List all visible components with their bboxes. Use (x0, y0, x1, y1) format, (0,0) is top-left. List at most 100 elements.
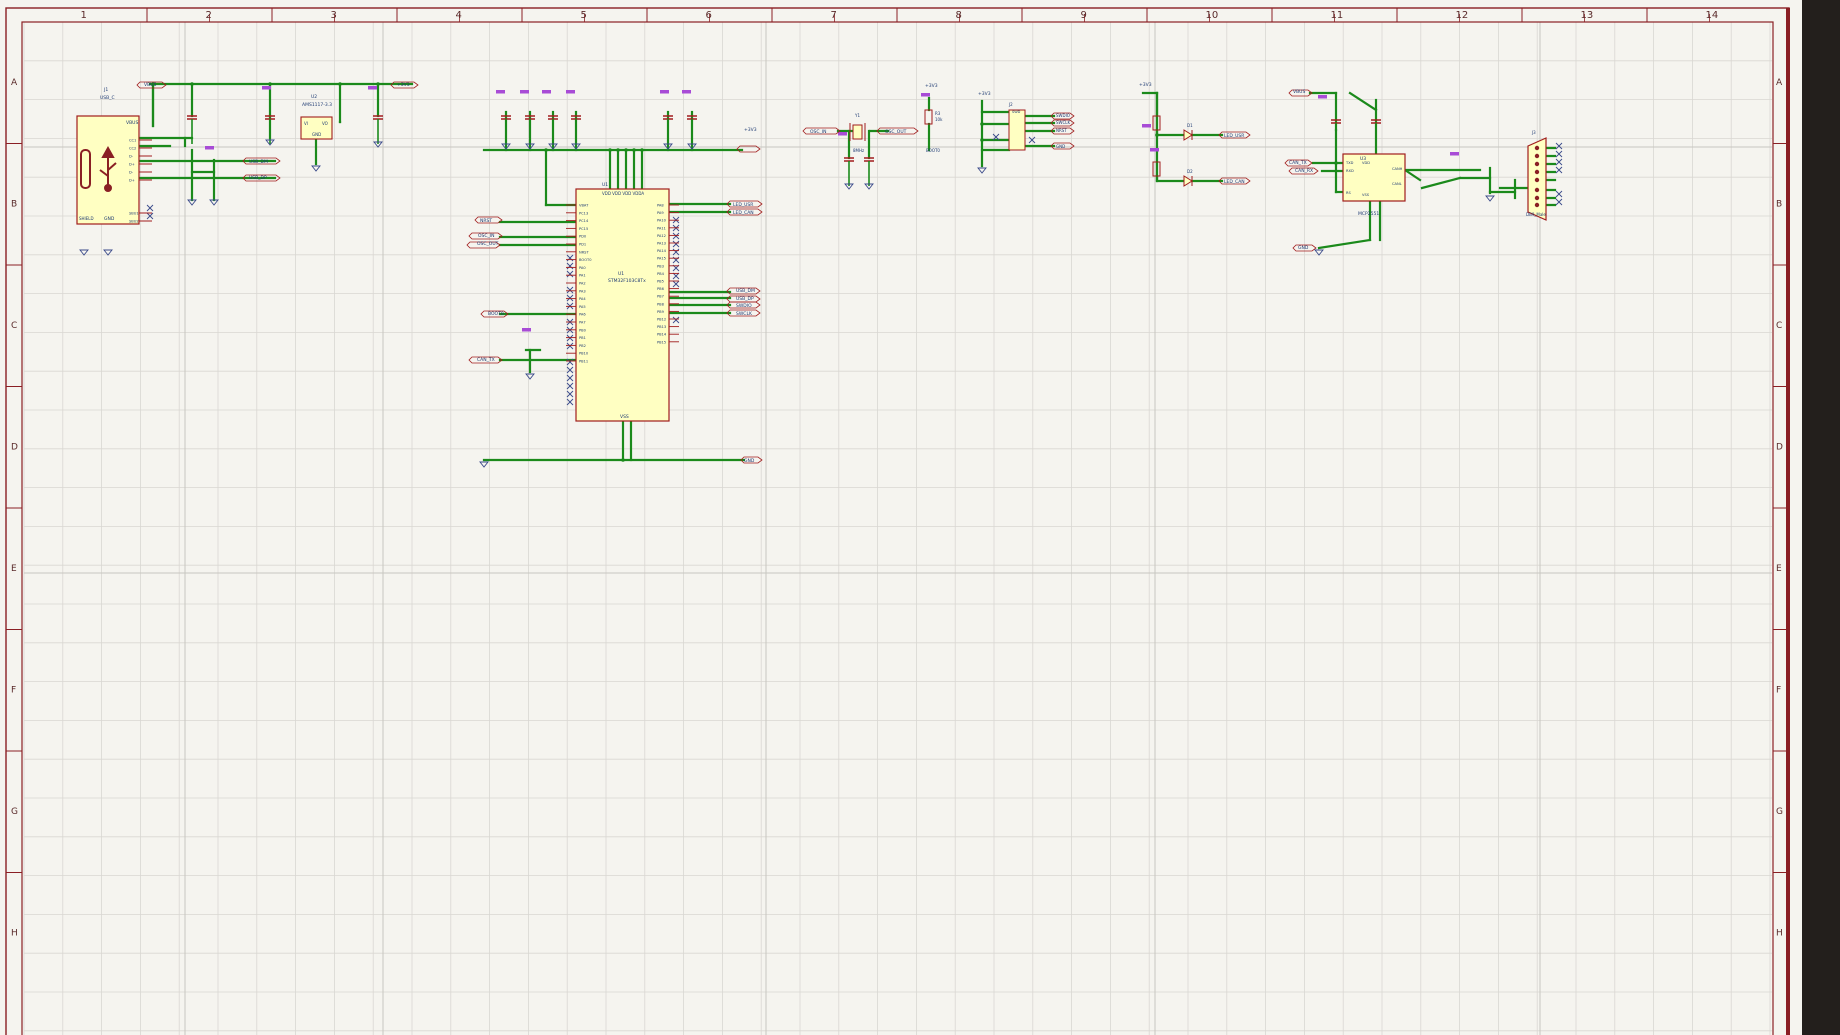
resistor-value: 10k (935, 117, 943, 122)
schematic-sheet[interactable]: 1 2 3 4 5 6 7 8 9 10 11 12 13 14A AB BC CD DE EF FG GH H J1 U… (0, 0, 1840, 1035)
usb-pin-name: D+ (129, 163, 135, 167)
db9-pin-dot (1534, 161, 1540, 167)
power-flag (921, 93, 930, 97)
mcu-pin-name: PB2 (579, 344, 586, 348)
mcu-pin-name: PB0 (579, 328, 587, 332)
wire-junction (980, 122, 984, 126)
led1-ref: D1 (1187, 123, 1193, 128)
mcu-pin-name: PA10 (657, 219, 667, 223)
db9-connector-j3[interactable]: J3 DB9_Male (1526, 130, 1547, 221)
ground-symbol (479, 461, 489, 468)
power-flag (682, 90, 691, 94)
net-led-can-mcu: LED_CAN (733, 210, 754, 216)
mcu-pin-name: PB11 (579, 360, 588, 364)
ground-symbol (1314, 249, 1324, 256)
usb-ref: J1 (103, 87, 108, 93)
net-can-rx: CAN_RX (1295, 168, 1313, 174)
mcu-pin-name: VBAT (579, 204, 589, 208)
mcu-pin-name: PA2 (579, 282, 586, 286)
usb-pin-name: CC2 (129, 147, 136, 151)
wire-junction (338, 82, 342, 86)
usb-pin-name: D- (129, 171, 134, 175)
frame-row-label-right: H (1776, 929, 1783, 939)
wire-junction (1334, 161, 1338, 165)
resistor-r3[interactable]: R3 10k (924, 109, 943, 125)
ground-symbol (79, 249, 89, 256)
db9-ref: J3 (1531, 130, 1536, 135)
swd-ref: J2 (1008, 102, 1013, 107)
led2-ref: D2 (1187, 169, 1193, 174)
mcu-pin-name: PA8 (657, 204, 664, 208)
wire-junction (544, 148, 548, 152)
power-flag (368, 86, 377, 90)
net-usb-dp-mcu: USB_DP (736, 296, 754, 302)
ldo-vin: VI (304, 121, 308, 126)
net-can-tx: CAN_TX (1289, 160, 1307, 166)
power-flag (1318, 95, 1327, 99)
can-transceiver-u3[interactable]: U3 MCP2551 TXDRXDVDDVSSCANHCANLRS (1342, 153, 1406, 217)
ground-symbol (103, 249, 113, 256)
mcu-pin-name: PC13 (579, 211, 588, 215)
db9-value: DB9_Male (1526, 212, 1546, 217)
mcu-pin-name: BOOT0 (579, 258, 592, 262)
wire-junction (980, 138, 984, 142)
wire-junction (621, 458, 625, 462)
mcu-pin-name: PB7 (657, 295, 664, 299)
mcu-pin-name: PB1 (579, 336, 586, 340)
frame-row-label-right: D (1776, 443, 1783, 453)
can-pin-name: RXD (1346, 169, 1354, 173)
led-d1[interactable]: D1 (1183, 123, 1193, 141)
mcu-pin-name: PA3 (579, 289, 586, 293)
usb-gnd-pin: GND (104, 216, 115, 222)
frame-column-label: 4 (456, 10, 462, 21)
mcu-pin-name: PB8 (657, 302, 665, 306)
ldo-regulator-u2[interactable]: U2 AMS1117-3.3 VI VO GND (300, 94, 333, 140)
db9-pin-dot (1534, 169, 1540, 175)
net-usb-dm-a: USB_DM (249, 159, 268, 165)
mcu-pin-name: PB10 (579, 352, 589, 356)
frame-right-edge (1786, 8, 1790, 1035)
frame-row-label-right: F (1776, 686, 1781, 696)
net-led-can: LED_CAN (1224, 179, 1245, 185)
frame-column-label: 8 (956, 10, 962, 21)
frame-row-label: B (11, 200, 17, 210)
frame-row-label: G (11, 807, 18, 817)
mcu-pin-name: PB15 (657, 340, 666, 344)
swd-header-j2[interactable]: J2 SWD (1008, 102, 1026, 151)
net-swdio-mcu: SWDIO (736, 303, 752, 309)
power-flag (1142, 124, 1151, 128)
mcu-pin-name: PA5 (579, 305, 586, 309)
mcu-pin-name: PA15 (657, 257, 666, 261)
net-osc-in-xtal: OSC_IN (810, 129, 826, 135)
wire (1420, 176, 1462, 190)
wire-junction (632, 148, 636, 152)
usb-pin-name: D- (129, 155, 134, 159)
mcu-pin-name: PB5 (657, 280, 664, 284)
mcu-pin-name: PD0 (579, 235, 587, 239)
ldo-value: AMS1117-3.3 (302, 102, 332, 108)
frame-row-label-right: G (1776, 807, 1783, 817)
power-flag (205, 146, 214, 150)
can-pin-name: VDD (1362, 161, 1370, 165)
mcu-pin-name: NRST (579, 250, 589, 254)
power-flag (496, 90, 505, 94)
ldo-vout: VO (322, 121, 328, 126)
frame-inner (21, 21, 1774, 1035)
mcu-top-pins: VDD VDD VDD VDDA (602, 191, 644, 196)
net-vbus-can: VBUS (1293, 89, 1305, 95)
ground-symbol (977, 167, 987, 174)
mcu-pin-name: PA6 (579, 313, 586, 317)
mcu-pin-name: PC15 (579, 227, 588, 231)
mcu-pin-name: PA14 (657, 249, 667, 253)
mcu-vss-label: VSS (620, 414, 629, 420)
power-flag (520, 90, 529, 94)
power-flag (1450, 152, 1459, 156)
net-gnd-can: GND (1298, 245, 1309, 251)
db9-pin-dot (1534, 153, 1540, 159)
frame-column-label: 2 (206, 10, 212, 21)
net-usb-dp-a: USB_DP (249, 175, 267, 181)
frame-row-label-right: E (1776, 564, 1782, 574)
mcu-u1[interactable]: U1 VDD VDD VDD VDDA U1 STM32F103C8Tx VSS… (566, 182, 679, 422)
net-osc-in-mcu: OSC_IN (478, 233, 494, 239)
frame-column-label: 3 (331, 10, 337, 21)
